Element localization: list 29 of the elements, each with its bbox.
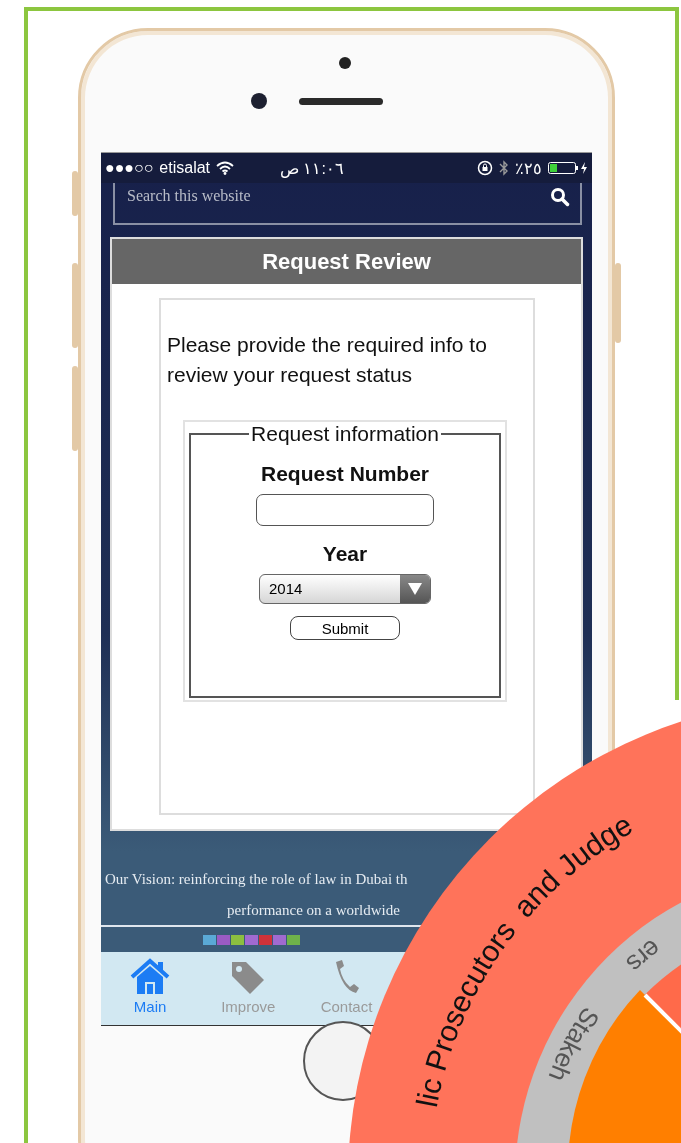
sensor-icon	[339, 57, 351, 69]
field-label: Year	[322, 542, 368, 566]
panel-title: Request Review	[112, 239, 581, 284]
instructions-text: Please provide the required info to review your request status	[167, 332, 488, 388]
search-field[interactable]: Search this website	[113, 183, 582, 225]
field-label: Request Number	[261, 462, 429, 486]
tab-item[interactable]: Main	[130, 958, 171, 1025]
tab-item[interactable]: Improve	[221, 958, 276, 1025]
carrier-name: etisalat	[159, 159, 211, 177]
house-icon	[130, 958, 171, 996]
dropdown-arrow-icon	[408, 583, 422, 595]
vision-text: Our Vision: reinforcing the role of law in Dubai th	[105, 871, 408, 888]
wifi-icon	[216, 161, 235, 175]
search-icon[interactable]	[550, 187, 570, 207]
submit-button[interactable]: Submit	[290, 616, 400, 640]
vision-text: performance on a worldwide	[227, 902, 400, 919]
year-dropdown[interactable]: 2014	[259, 574, 431, 604]
battery-charging-icon	[548, 161, 588, 175]
clock-time: ١١:٠٦ ص	[280, 158, 344, 178]
battery-percent: ٢٥٪	[515, 158, 542, 178]
rotation-lock-icon	[477, 160, 493, 176]
signal-strength: ●●●○○	[105, 159, 154, 177]
search-input[interactable]: Search this website	[127, 187, 550, 205]
request-number-input[interactable]	[256, 494, 434, 526]
camera-icon	[251, 93, 267, 109]
ring-label: ers	[620, 933, 667, 980]
tab-item[interactable]: Contact	[320, 958, 373, 1025]
fieldset-legend: Request information	[249, 422, 441, 446]
bluetooth-icon	[499, 160, 509, 176]
